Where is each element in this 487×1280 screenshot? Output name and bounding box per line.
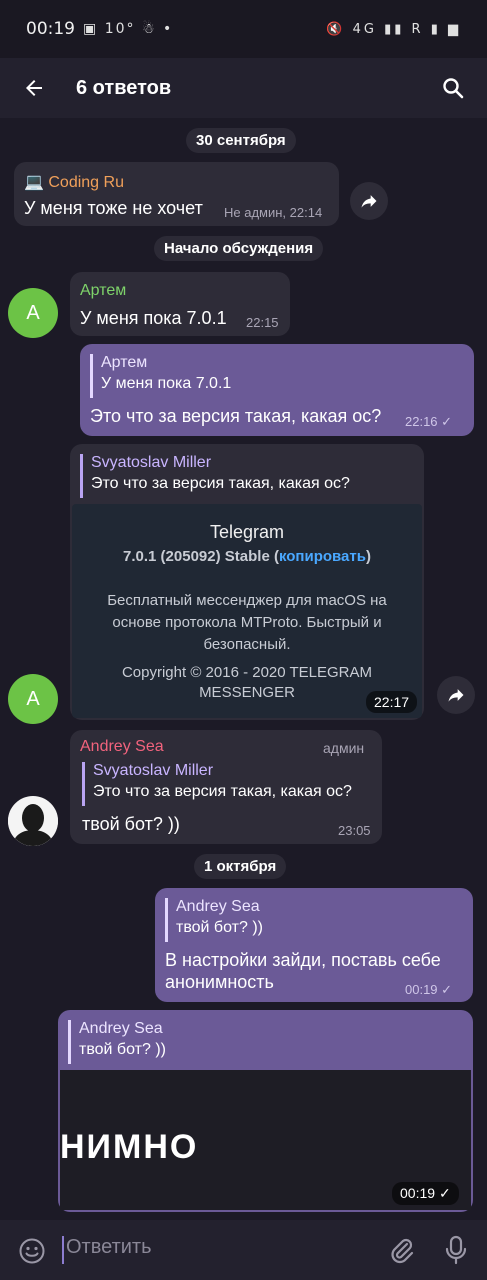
message-bubble-video[interactable]: Andrey Sea твой бот? )) НИМНО 00:19 ✓ [58, 1010, 473, 1212]
share-button[interactable] [437, 676, 475, 714]
attach-button[interactable] [388, 1236, 416, 1268]
status-right-icons: 🔇 4G ▮▮ R ▮ ▆ [326, 21, 461, 37]
reply-name: Svyatoslav Miller [91, 454, 212, 471]
sender-name[interactable]: Andrey Sea [80, 738, 164, 756]
emoji-button[interactable] [18, 1237, 46, 1269]
message-bubble-andrey[interactable]: Andrey Sea админ Svyatoslav Miller Это ч… [70, 730, 382, 844]
voice-record-button[interactable] [442, 1234, 470, 1270]
image-desc-3: безопасный. [203, 636, 291, 653]
status-temperature: 10° [104, 21, 136, 37]
avatar[interactable] [8, 796, 58, 846]
reply-text: У меня пока 7.0.1 [101, 375, 232, 392]
share-button[interactable] [350, 182, 388, 220]
message-meta: Не админ, 22:14 [224, 205, 323, 220]
message-text-line-2: анонимность [165, 972, 274, 992]
message-text-line-1: В настройки зайди, поставь себе [165, 950, 441, 970]
message-bubble-artem[interactable]: Артем У меня пока 7.0.1 22:15 [70, 272, 290, 336]
image-time: 22:17 [366, 691, 418, 713]
date-chip: 1 октября [194, 854, 287, 879]
discussion-start-chip: Начало обсуждения [154, 236, 324, 261]
paperclip-icon [391, 1238, 414, 1264]
sender-name[interactable]: Артем [80, 282, 126, 300]
microphone-icon [445, 1235, 467, 1265]
app-bar: 6 ответов [0, 58, 487, 118]
message-text: У меня пока 7.0.1 [80, 308, 227, 328]
avatar-letter: A [26, 301, 40, 324]
reply-text: твой бот? )) [176, 919, 263, 936]
reply-text: Это что за версия такая, какая ос? [93, 783, 352, 800]
reply-name: Svyatoslav Miller [93, 762, 214, 779]
avatar[interactable]: A [8, 288, 58, 338]
status-bar: 00:19 ▣ 10° ☃ • 🔇 4G ▮▮ R ▮ ▆ [0, 0, 487, 58]
status-notification-icons: ▣ 10° ☃ • [83, 21, 174, 37]
reply-preview[interactable]: Svyatoslav Miller Это что за версия така… [82, 762, 352, 806]
check-icon: ✓ [438, 1185, 451, 1201]
share-icon [361, 195, 377, 208]
search-button[interactable] [433, 68, 473, 108]
image-app-title: Telegram [209, 522, 285, 542]
reply-preview[interactable]: Svyatoslav Miller Это что за версия така… [80, 454, 350, 498]
message-time: 22:15 [246, 315, 279, 330]
time-text: 00:19 [400, 1185, 436, 1201]
version-text: 7.0.1 (205092) Stable ( [123, 548, 279, 565]
message-bubble-coding-ru[interactable]: 💻 Coding Ru У меня тоже не хочет Не адми… [14, 162, 339, 226]
video-time: 00:19 ✓ [392, 1182, 459, 1205]
version-end: ) [365, 548, 371, 565]
message-bubble-outgoing[interactable]: Andrey Sea твой бот? )) В настройки зайд… [155, 888, 473, 1002]
emoji-icon [19, 1238, 45, 1264]
message-text: твой бот? )) [82, 814, 180, 834]
reply-preview[interactable]: Артем У меня пока 7.0.1 [90, 354, 231, 398]
image-version: 7.0.1 (205092) Stable (копировать) [72, 548, 422, 565]
admin-badge: админ [323, 740, 365, 756]
message-text: У меня тоже не хочет [24, 198, 203, 218]
image-desc-1: Бесплатный мессенджер для macOS на [107, 592, 387, 609]
status-signal: R [411, 21, 424, 37]
message-input[interactable]: Ответить [62, 1236, 152, 1264]
video-caption: НИМНО [60, 1128, 199, 1166]
avatar-letter: A [26, 687, 40, 710]
message-time: 23:05 [338, 823, 371, 838]
time-text: 22:16 [405, 414, 438, 429]
reply-name: Andrey Sea [79, 1020, 163, 1037]
reply-name: Andrey Sea [176, 898, 260, 915]
image-copyright-1: Copyright © 2016 - 2020 TELEGRAM [121, 664, 373, 681]
back-button[interactable] [0, 58, 68, 118]
message-text: Это что за версия такая, какая ос? [90, 406, 382, 426]
search-icon [443, 78, 464, 99]
reply-name: Артем [101, 354, 148, 371]
status-time: 00:19 [26, 19, 75, 39]
time-text: 00:19 [405, 982, 438, 997]
sender-name[interactable]: 💻 Coding Ru [24, 172, 124, 192]
message-bubble-outgoing[interactable]: Артем У меня пока 7.0.1 Это что за верси… [80, 344, 474, 436]
reply-text: Это что за версия такая, какая ос? [91, 475, 350, 492]
message-time: 00:19 ✓ [405, 982, 452, 998]
message-input-bar: Ответить [0, 1220, 487, 1280]
back-arrow-icon [26, 80, 42, 96]
page-title: 6 ответов [76, 76, 172, 99]
check-icon: ✓ [441, 414, 453, 429]
reply-text: твой бот? )) [79, 1041, 166, 1058]
chat-area[interactable]: 30 сентября 💻 Coding Ru У меня тоже не х… [0, 118, 487, 1220]
message-bubble-screenshot[interactable]: Svyatoslav Miller Это что за версия така… [70, 444, 424, 720]
attached-image[interactable]: Telegram 7.0.1 (205092) Stable (копирова… [72, 504, 422, 718]
check-icon: ✓ [441, 982, 453, 997]
attached-video[interactable]: НИМНО 00:19 ✓ [60, 1070, 471, 1210]
image-desc-2: основе протокола MTProto. Быстрый и [112, 614, 382, 631]
share-icon [448, 689, 464, 702]
user-silhouette-icon [8, 796, 58, 846]
status-network: 4G [352, 21, 377, 37]
message-time: 22:16 ✓ [405, 414, 452, 430]
copy-link: копировать [278, 548, 366, 565]
date-chip: 30 сентября [186, 128, 296, 153]
avatar[interactable]: A [8, 674, 58, 724]
reply-preview[interactable]: Andrey Sea твой бот? )) [165, 898, 263, 942]
reply-preview[interactable]: Andrey Sea твой бот? )) [68, 1020, 166, 1064]
